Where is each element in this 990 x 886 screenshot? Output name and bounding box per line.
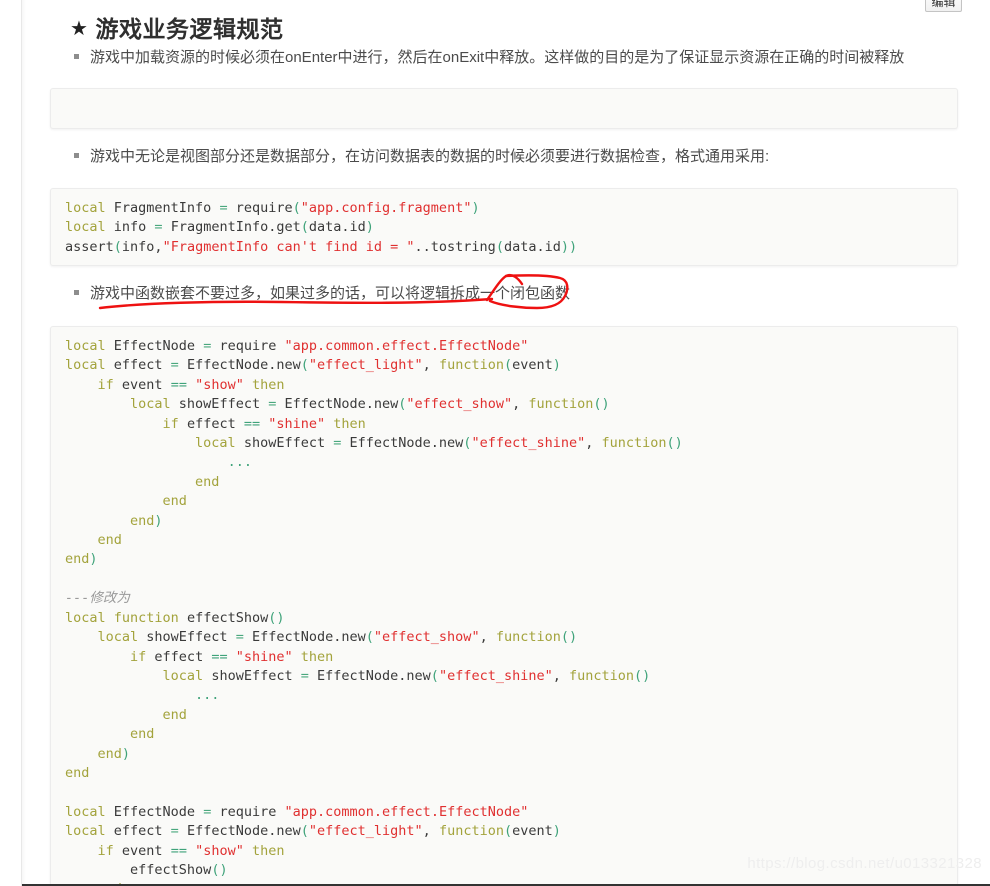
code-block-effect-nesting: local EffectNode = require "app.common.e…	[50, 326, 958, 886]
site-watermark: https://blog.csdn.net/u013321328	[747, 855, 982, 872]
list-item-label: 游戏中函数嵌套不要过多，如果过多的话，可以将逻辑拆成一个闭包函数	[90, 285, 571, 302]
list-item: 游戏中无论是视图部分还是数据部分，在访问数据表的数据的时候必须要进行数据检查，格…	[74, 146, 769, 168]
list-item-label: 游戏中加载资源的时候必须在onEnter中进行，然后在onExit中释放。这样做…	[90, 49, 905, 66]
edit-button[interactable]: 编辑	[925, 0, 962, 12]
bullet-square-icon	[74, 152, 79, 158]
page-left-gutter	[0, 0, 22, 886]
article-content: 编辑 ★ 游戏业务逻辑规范 游戏中加载资源的时候必须在onEnter中进行，然后在…	[22, 0, 990, 886]
code-text: local EffectNode = require "app.common.e…	[65, 338, 683, 885]
page-title-text: 游戏业务逻辑规范	[95, 16, 284, 42]
page-title: ★ 游戏业务逻辑规范	[70, 10, 283, 44]
list-item-label: 游戏中无论是视图部分还是数据部分，在访问数据表的数据的时候必须要进行数据检查，格…	[90, 148, 770, 165]
bullet-square-icon	[74, 289, 79, 295]
star-icon: ★	[70, 18, 89, 40]
code-text: local FragmentInfo = require("app.config…	[65, 200, 578, 255]
list-item: 游戏中加载资源的时候必须在onEnter中进行，然后在onExit中释放。这样做…	[74, 47, 904, 69]
list-item: 游戏中函数嵌套不要过多，如果过多的话，可以将逻辑拆成一个闭包函数	[74, 283, 570, 305]
code-block-fragment-check: local FragmentInfo = require("app.config…	[50, 188, 958, 266]
code-block-empty	[50, 88, 958, 129]
bullet-square-icon	[74, 53, 79, 59]
